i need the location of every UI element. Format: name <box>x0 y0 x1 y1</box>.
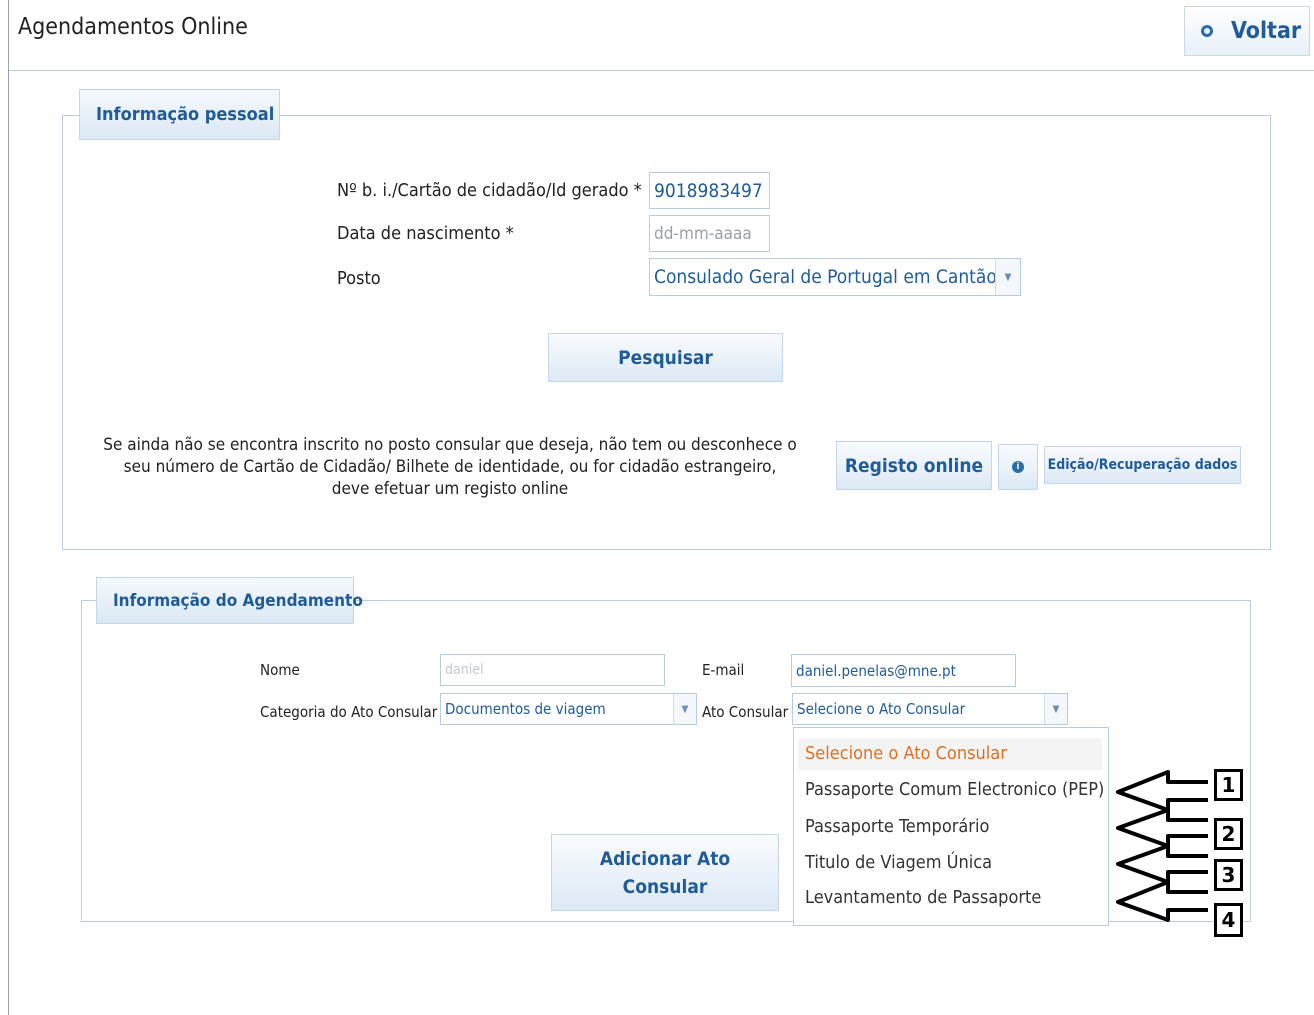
email-label: E-mail <box>702 661 745 679</box>
circle-bullet-icon <box>1201 25 1213 37</box>
left-arrow-icon <box>1116 844 1208 884</box>
add-act-button[interactable]: Adicionar Ato Consular <box>551 834 779 911</box>
add-act-button-line: Adicionar Ato <box>599 847 731 870</box>
chevron-down-icon[interactable]: ▼ <box>1044 694 1067 724</box>
dropdown-option[interactable]: Titulo de Viagem Única <box>805 852 992 873</box>
chevron-down-icon[interactable]: ▼ <box>995 259 1020 295</box>
category-select-value: Documentos de viagem <box>445 700 606 718</box>
category-label: Categoria do Ato Consular <box>260 703 438 721</box>
annotation-badge: 3 <box>1214 859 1243 891</box>
appointment-legend: Informação do Agendamento <box>96 577 363 624</box>
info-button[interactable]: i <box>998 444 1038 490</box>
dropdown-option[interactable]: Levantamento de Passaporte <box>805 887 1041 908</box>
back-button-label: Voltar <box>1231 18 1302 44</box>
act-dropdown-list: Selecione o Ato Consular Passaporte Comu… <box>793 727 1109 926</box>
category-select[interactable]: Documentos de viagem ▼ <box>440 693 697 725</box>
left-arrow-icon <box>1116 770 1208 812</box>
name-input[interactable]: daniel <box>440 654 665 686</box>
info-icon: i <box>1012 461 1024 473</box>
posto-select[interactable]: Consulado Geral de Portugal em Cantão ▼ <box>649 258 1021 296</box>
header-divider <box>9 70 1314 71</box>
id-label: Nº b. i./Cartão de cidadão/Id gerado * <box>337 180 642 201</box>
left-arrow-icon <box>1116 880 1208 922</box>
register-online-button[interactable]: Registo online <box>836 441 992 490</box>
id-number-input[interactable]: 9018983497 <box>649 172 770 209</box>
dob-input[interactable]: dd-mm-aaaa <box>649 215 770 252</box>
register-info-line: Se ainda não se encontra inscrito no pos… <box>103 435 797 455</box>
edit-recover-data-button[interactable]: Edição/Recuperação dados <box>1044 446 1241 484</box>
left-arrow-icon <box>1116 808 1208 848</box>
dropdown-option[interactable]: Selecione o Ato Consular <box>805 743 1007 764</box>
dropdown-option[interactable]: Passaporte Temporário <box>805 816 989 837</box>
app-title: Agendamentos Online <box>18 14 248 40</box>
chevron-down-icon[interactable]: ▼ <box>673 694 696 724</box>
annotation-badge: 4 <box>1214 903 1243 937</box>
act-label: Ato Consular <box>702 703 789 721</box>
register-info-text: Se ainda não se encontra inscrito no pos… <box>78 434 822 500</box>
posto-label: Posto <box>337 268 381 289</box>
annotation-arrows <box>1116 770 1208 922</box>
register-info-line: seu número de Cartão de Cidadão/ Bilhete… <box>123 457 777 477</box>
act-select-value: Selecione o Ato Consular <box>797 700 966 718</box>
personal-info-legend: Informação pessoal <box>79 89 280 140</box>
annotation-badge: 2 <box>1214 818 1243 850</box>
name-label: Nome <box>260 661 300 679</box>
dob-label: Data de nascimento * <box>337 223 514 244</box>
register-info-line: deve efetuar um registo online <box>331 479 569 499</box>
back-button[interactable]: Voltar <box>1184 6 1310 56</box>
act-select[interactable]: Selecione o Ato Consular ▼ <box>792 693 1068 725</box>
annotation-badge: 1 <box>1214 769 1243 801</box>
posto-select-value: Consulado Geral de Portugal em Cantão <box>654 266 997 288</box>
dropdown-option[interactable]: Passaporte Comum Electronico (PEP) <box>805 779 1104 800</box>
email-input[interactable]: daniel.penelas@mne.pt <box>791 654 1016 687</box>
search-button[interactable]: Pesquisar <box>548 333 783 382</box>
add-act-button-line: Consular <box>622 875 708 898</box>
left-border <box>8 0 9 1015</box>
